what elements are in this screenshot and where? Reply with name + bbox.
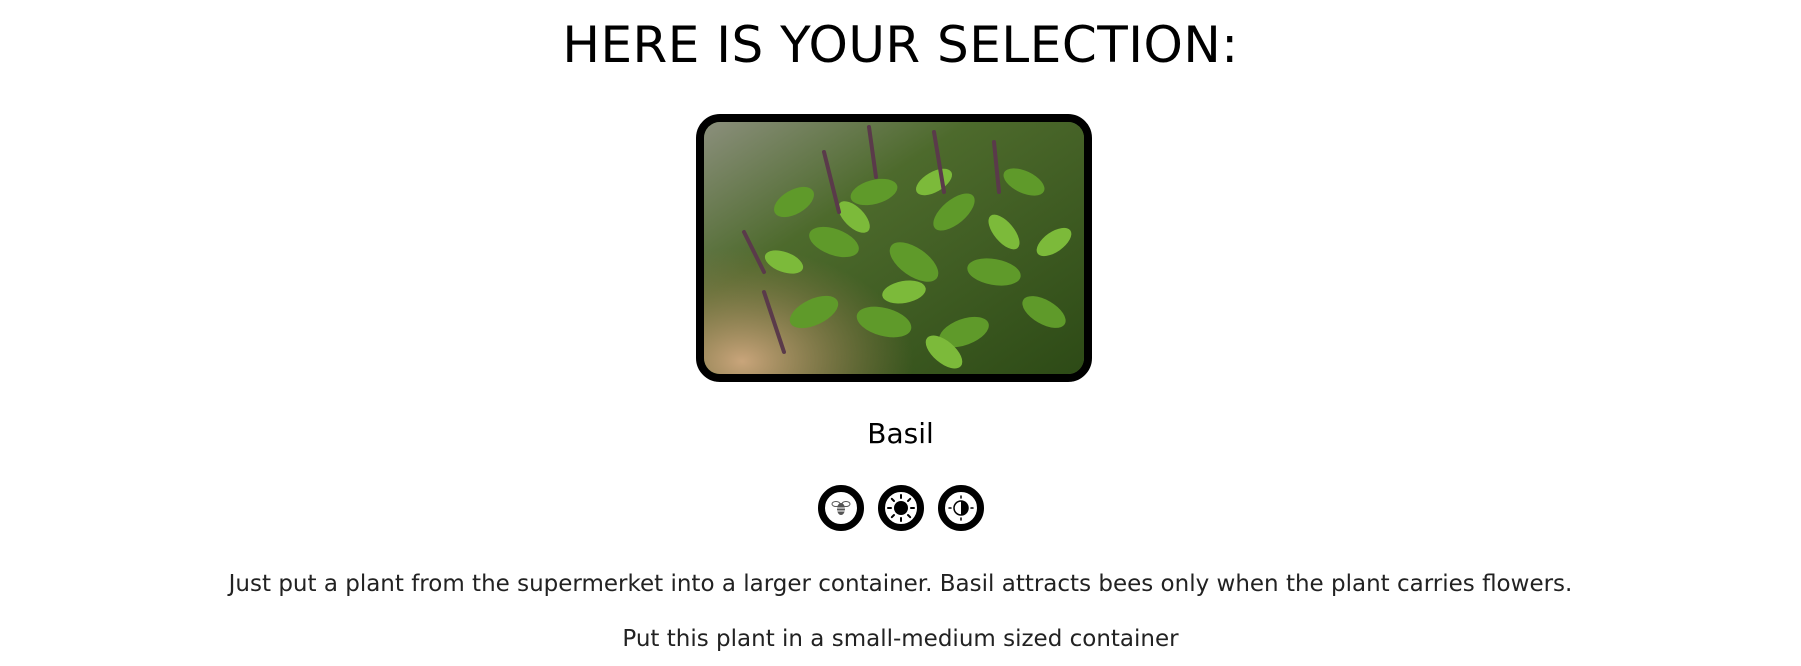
plant-photo-image	[704, 122, 1084, 374]
container-size-note: Put this plant in a small-medium sized c…	[622, 626, 1179, 652]
bee-icon	[817, 485, 864, 531]
page-title: HERE IS YOUR SELECTION:	[562, 16, 1239, 74]
full-sun-icon	[877, 485, 924, 531]
partial-shade-icon	[937, 485, 984, 531]
selection-page: HERE IS YOUR SELECTION: Basil Just put a…	[0, 0, 1801, 666]
plant-photo	[696, 114, 1092, 382]
plant-name: Basil	[867, 417, 934, 450]
plant-description: Just put a plant from the supermerket in…	[228, 571, 1573, 597]
plant-attribute-icons	[0, 485, 1801, 531]
